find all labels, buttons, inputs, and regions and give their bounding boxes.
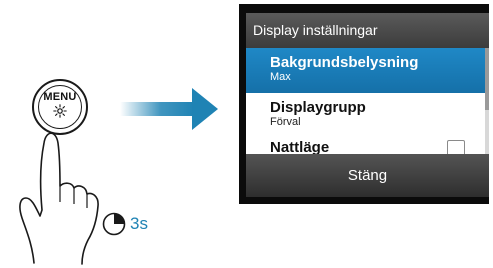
- menu-item-value: Förval: [270, 116, 301, 128]
- menu-item-backlight[interactable]: Bakgrundsbelysning Max: [246, 48, 489, 93]
- menu-item-value: Max: [270, 71, 291, 83]
- timer-icon: [102, 212, 126, 236]
- menu-key-label: MENU: [43, 90, 77, 103]
- menu-item-label: Displaygrupp: [270, 99, 366, 116]
- menu-item-display-group[interactable]: Displaygrupp Förval: [246, 93, 489, 138]
- arrow-right-icon: [120, 88, 218, 130]
- display-settings-dialog: Display inställningar Bakgrundsbelysning…: [246, 13, 489, 197]
- menu-item-label: Bakgrundsbelysning: [270, 54, 419, 71]
- pointing-hand-icon: [19, 132, 99, 265]
- close-button[interactable]: Stäng: [246, 154, 489, 197]
- hold-duration-label: 3s: [130, 214, 148, 233]
- dialog-title: Display inställningar: [246, 13, 489, 48]
- scrollbar-thumb[interactable]: [485, 48, 489, 110]
